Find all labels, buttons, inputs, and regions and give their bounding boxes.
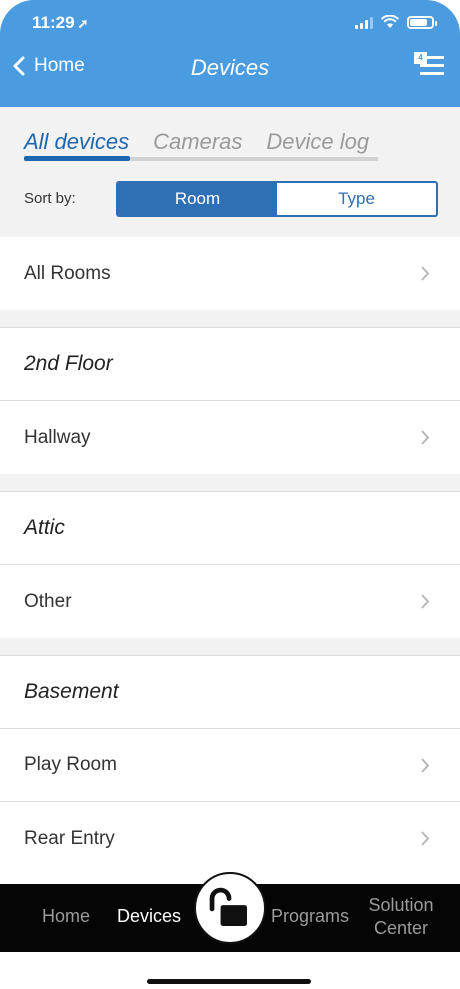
list-item-label: Hallway: [24, 426, 91, 448]
wifi-icon: [381, 15, 399, 28]
menu-button[interactable]: 4: [414, 52, 444, 78]
list-item-label: Rear Entry: [24, 827, 115, 849]
list-item-label: Other: [24, 590, 72, 612]
room-list: All Rooms 2nd Floor Hallway Attic Other …: [0, 237, 460, 875]
security-lock-button[interactable]: [194, 872, 266, 944]
list-item-label: All Rooms: [24, 262, 111, 284]
header-bar: 11:29 ➚ Home Devices 4: [0, 0, 460, 107]
chevron-right-icon: [421, 594, 430, 609]
nav-devices[interactable]: Devices: [117, 906, 181, 927]
chevron-right-icon: [421, 266, 430, 281]
list-item-label: Play Room: [24, 754, 117, 775]
status-time-text: 11:29: [32, 13, 75, 32]
sort-type-button[interactable]: Type: [277, 183, 436, 215]
list-item-rear-entry[interactable]: Rear Entry: [0, 802, 460, 875]
nav-programs[interactable]: Programs: [271, 906, 349, 927]
list-item-hallway[interactable]: Hallway: [0, 401, 460, 474]
tab-cameras[interactable]: Cameras: [153, 129, 242, 155]
nav-solution-center[interactable]: Solution Center: [364, 894, 438, 940]
nav-home[interactable]: Home: [42, 906, 90, 927]
signal-icon: [355, 17, 373, 29]
nav-solution-line1: Solution: [368, 895, 434, 915]
section-title-basement: Basement: [0, 656, 460, 729]
status-icons: [355, 15, 437, 29]
location-icon: ➚: [77, 16, 89, 31]
chevron-right-icon: [421, 758, 430, 773]
list-item-play-room[interactable]: Play Room: [0, 729, 460, 802]
chevron-right-icon: [421, 831, 430, 846]
section-title-attic: Attic: [0, 492, 460, 565]
tab-all-devices[interactable]: All devices: [24, 129, 129, 155]
page-title: Devices: [190, 55, 270, 80]
tab-active-indicator: [24, 156, 130, 161]
battery-icon: [407, 16, 437, 29]
section-divider: [0, 310, 460, 328]
list-item-other[interactable]: Other: [0, 565, 460, 638]
sort-segmented-control: Room Type: [116, 181, 438, 217]
section-divider: [0, 638, 460, 656]
status-time: 11:29 ➚: [32, 13, 88, 33]
filter-panel: All devices Cameras Device log Sort by: …: [0, 107, 460, 237]
home-indicator: [147, 979, 311, 984]
menu-badge: 4: [414, 52, 427, 64]
list-item-all-rooms[interactable]: All Rooms: [0, 237, 460, 310]
section-divider: [0, 474, 460, 492]
unlocked-padlock-icon: [209, 887, 247, 926]
nav-solution-line2: Center: [373, 918, 429, 938]
sort-label: Sort by:: [24, 190, 76, 207]
sort-room-button[interactable]: Room: [118, 183, 277, 215]
tab-device-log[interactable]: Device log: [266, 129, 369, 155]
tab-bar: All devices Cameras Device log: [24, 129, 369, 155]
section-title-2nd-floor: 2nd Floor: [0, 328, 460, 401]
chevron-right-icon: [421, 430, 430, 445]
devices-screen: 11:29 ➚ Home Devices 4 All devices Camer…: [0, 0, 460, 989]
